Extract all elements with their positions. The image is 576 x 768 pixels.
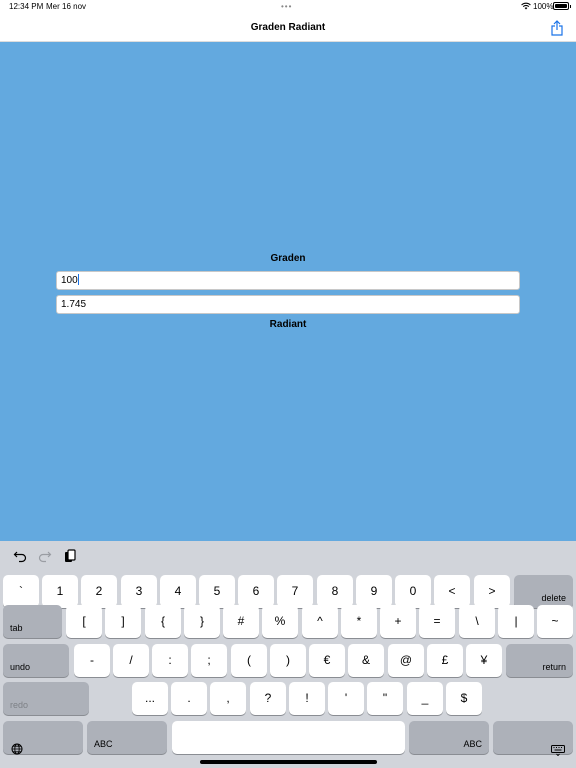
share-icon[interactable]: [550, 20, 564, 36]
key[interactable]: 1: [42, 575, 78, 608]
abc-key-right[interactable]: ABC: [409, 721, 489, 754]
redo-arrow-icon[interactable]: [38, 549, 52, 563]
abc-key-left-label: ABC: [94, 739, 113, 749]
graden-value: 100: [61, 275, 78, 286]
navigation-bar: Graden Radiant: [0, 14, 576, 42]
dismiss-keyboard-key[interactable]: [493, 721, 573, 757]
key[interactable]: 7: [277, 575, 313, 608]
key[interactable]: $: [446, 682, 482, 715]
key[interactable]: [: [66, 605, 102, 638]
key[interactable]: =: [419, 605, 455, 638]
key[interactable]: ...: [132, 682, 168, 715]
status-bar: 12:34 PM Mer 16 nov ••• 100%: [0, 0, 576, 14]
key[interactable]: ;: [191, 644, 227, 677]
key[interactable]: 9: [356, 575, 392, 608]
space-bar[interactable]: [172, 721, 405, 754]
key[interactable]: :: [152, 644, 188, 677]
status-time: 12:34 PM: [9, 2, 44, 11]
key[interactable]: £: [427, 644, 463, 677]
key[interactable]: #: [223, 605, 259, 638]
key[interactable]: &: [348, 644, 384, 677]
key[interactable]: *: [341, 605, 377, 638]
key[interactable]: `: [3, 575, 39, 608]
key[interactable]: ¥: [466, 644, 502, 677]
key[interactable]: {: [145, 605, 181, 638]
key[interactable]: .: [171, 682, 207, 715]
home-indicator: [200, 760, 377, 764]
key[interactable]: -: [74, 644, 110, 677]
globe-icon: [11, 735, 23, 755]
key[interactable]: €: [309, 644, 345, 677]
undo-key[interactable]: undo: [3, 644, 69, 677]
redo-key-label: redo: [10, 700, 29, 710]
radiant-input[interactable]: 1.745: [56, 295, 520, 314]
keyboard-dismiss-icon: [551, 736, 565, 757]
converter-panel: Graden 100 1.745 Radiant: [0, 42, 576, 541]
multitasking-dots[interactable]: •••: [281, 2, 292, 11]
radiant-value: 1.745: [61, 299, 87, 310]
abc-key-right-label: ABC: [463, 739, 482, 749]
paste-icon[interactable]: [63, 549, 77, 563]
key[interactable]: (: [231, 644, 267, 677]
key[interactable]: ': [328, 682, 364, 715]
globe-key[interactable]: [3, 721, 83, 755]
key[interactable]: 3: [121, 575, 157, 608]
key[interactable]: ): [270, 644, 306, 677]
return-key-label: return: [542, 662, 566, 672]
tab-key-label: tab: [10, 623, 23, 633]
key[interactable]: <: [434, 575, 470, 608]
key[interactable]: 4: [160, 575, 196, 608]
key[interactable]: ]: [105, 605, 141, 638]
key[interactable]: ~: [537, 605, 573, 638]
key[interactable]: ": [367, 682, 403, 715]
keyboard-shortcut-bar: [0, 541, 576, 571]
key[interactable]: 2: [81, 575, 117, 608]
radiant-label: Radiant: [269, 319, 307, 330]
key[interactable]: }: [184, 605, 220, 638]
undo-key-label: undo: [10, 662, 31, 672]
key[interactable]: >: [474, 575, 510, 608]
key[interactable]: @: [388, 644, 424, 677]
key[interactable]: ^: [302, 605, 338, 638]
key[interactable]: 6: [238, 575, 274, 608]
key[interactable]: 5: [199, 575, 235, 608]
page-title: Graden Radiant: [250, 22, 326, 33]
key[interactable]: ,: [210, 682, 246, 715]
redo-key[interactable]: redo: [3, 682, 89, 715]
status-date: Mer 16 nov: [46, 2, 87, 11]
key[interactable]: %: [262, 605, 298, 638]
return-key[interactable]: return: [506, 644, 573, 677]
graden-input[interactable]: 100: [56, 271, 520, 290]
tab-key[interactable]: tab: [3, 605, 62, 638]
wifi-icon: [521, 2, 531, 10]
key[interactable]: |: [498, 605, 534, 638]
delete-key[interactable]: delete: [514, 575, 573, 608]
text-cursor: [77, 274, 79, 285]
key[interactable]: 8: [317, 575, 353, 608]
battery-percent: 100%: [533, 2, 554, 11]
on-screen-keyboard: ` 1 2 3 4 5 6 7 8 9 0 < > delete tab [ ]…: [0, 541, 576, 768]
delete-key-label: delete: [541, 593, 566, 603]
graden-label: Graden: [270, 253, 306, 264]
battery-icon: [553, 2, 571, 10]
key[interactable]: +: [380, 605, 416, 638]
abc-key-left[interactable]: ABC: [87, 721, 167, 754]
key[interactable]: _: [407, 682, 443, 715]
undo-arrow-icon[interactable]: [13, 549, 27, 563]
key[interactable]: ?: [250, 682, 286, 715]
key[interactable]: \: [459, 605, 495, 638]
key[interactable]: !: [289, 682, 325, 715]
key[interactable]: /: [113, 644, 149, 677]
key[interactable]: 0: [395, 575, 431, 608]
